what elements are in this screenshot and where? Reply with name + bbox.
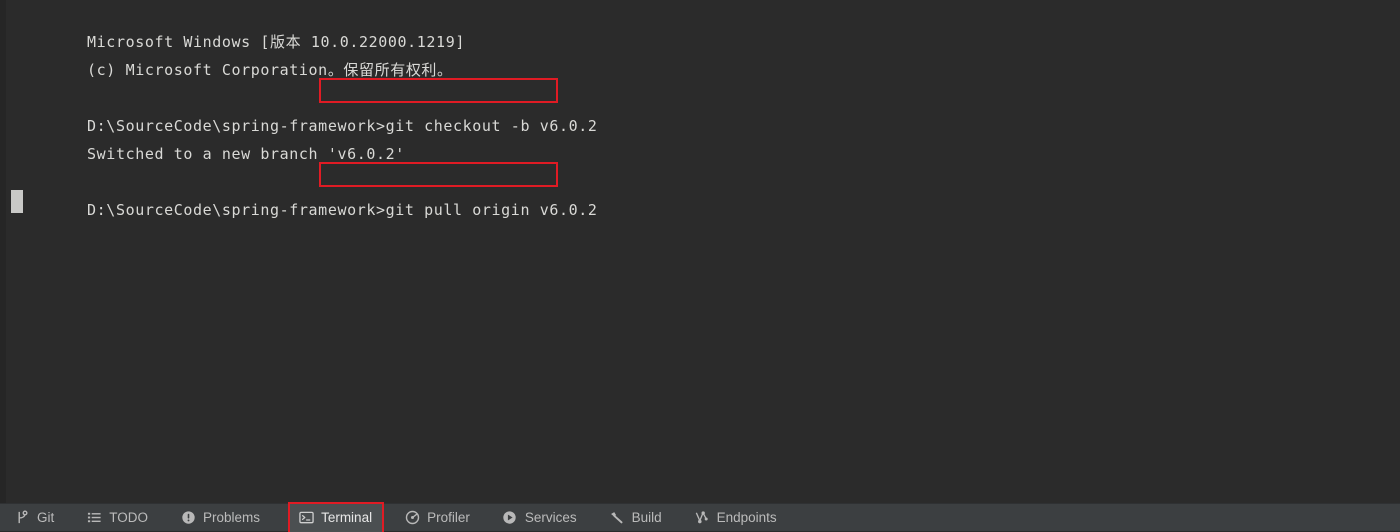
tool-window-button-services[interactable]: Services	[502, 504, 587, 532]
terminal-left-gutter	[0, 0, 6, 503]
terminal-line-list: Microsoft Windows [版本 10.0.22000.1219] (…	[10, 0, 1400, 219]
tool-window-button-terminal[interactable]: Terminal	[288, 501, 385, 532]
tool-window-label: Profiler	[427, 510, 470, 525]
tool-window-label: Problems	[203, 510, 261, 525]
tool-window-label: Terminal	[321, 510, 373, 525]
terminal-prompt-icon	[298, 510, 314, 526]
tool-window-button-problems[interactable]: Problems	[180, 504, 270, 532]
ide-terminal-window: Microsoft Windows [版本 10.0.22000.1219] (…	[0, 0, 1400, 532]
terminal-prompt-line: D:\SourceCode\spring-framework>git check…	[10, 84, 1400, 135]
terminal-output-panel[interactable]: Microsoft Windows [版本 10.0.22000.1219] (…	[0, 0, 1400, 503]
terminal-caret	[11, 190, 23, 213]
endpoints-icon	[694, 510, 710, 526]
tool-window-button-endpoints[interactable]: Endpoints	[694, 504, 787, 532]
checklist-icon	[86, 510, 102, 526]
git-branch-icon	[14, 510, 30, 526]
tool-window-label: TODO	[109, 510, 149, 525]
terminal-prompt-line: D:\SourceCode\spring-framework>git pull …	[10, 168, 1400, 219]
exclamation-circle-icon	[180, 510, 196, 526]
tool-window-button-git[interactable]: Git	[14, 504, 64, 532]
tool-window-label: Git	[37, 510, 55, 525]
tool-window-button-build[interactable]: Build	[609, 504, 672, 532]
tool-window-button-todo[interactable]: TODO	[86, 504, 158, 532]
hammer-icon	[609, 510, 625, 526]
terminal-line: Switched to a new branch 'v6.0.2'	[10, 112, 1400, 163]
tool-window-label: Build	[631, 510, 662, 525]
tool-window-button-profiler[interactable]: Profiler	[404, 504, 480, 532]
profiler-gauge-icon	[404, 510, 420, 526]
tool-window-bar: Git TODO Problems Terminal Profiler Serv…	[0, 501, 1400, 532]
play-circle-icon	[502, 510, 518, 526]
terminal-line: (c) Microsoft Corporation。保留所有权利。	[10, 28, 1400, 79]
terminal-prompt: D:\SourceCode\spring-framework>	[87, 201, 386, 219]
tool-window-label: Services	[524, 510, 577, 525]
terminal-line: Microsoft Windows [版本 10.0.22000.1219]	[10, 0, 1400, 51]
tool-window-label: Endpoints	[716, 510, 777, 525]
terminal-command: git pull origin v6.0.2	[385, 201, 598, 219]
